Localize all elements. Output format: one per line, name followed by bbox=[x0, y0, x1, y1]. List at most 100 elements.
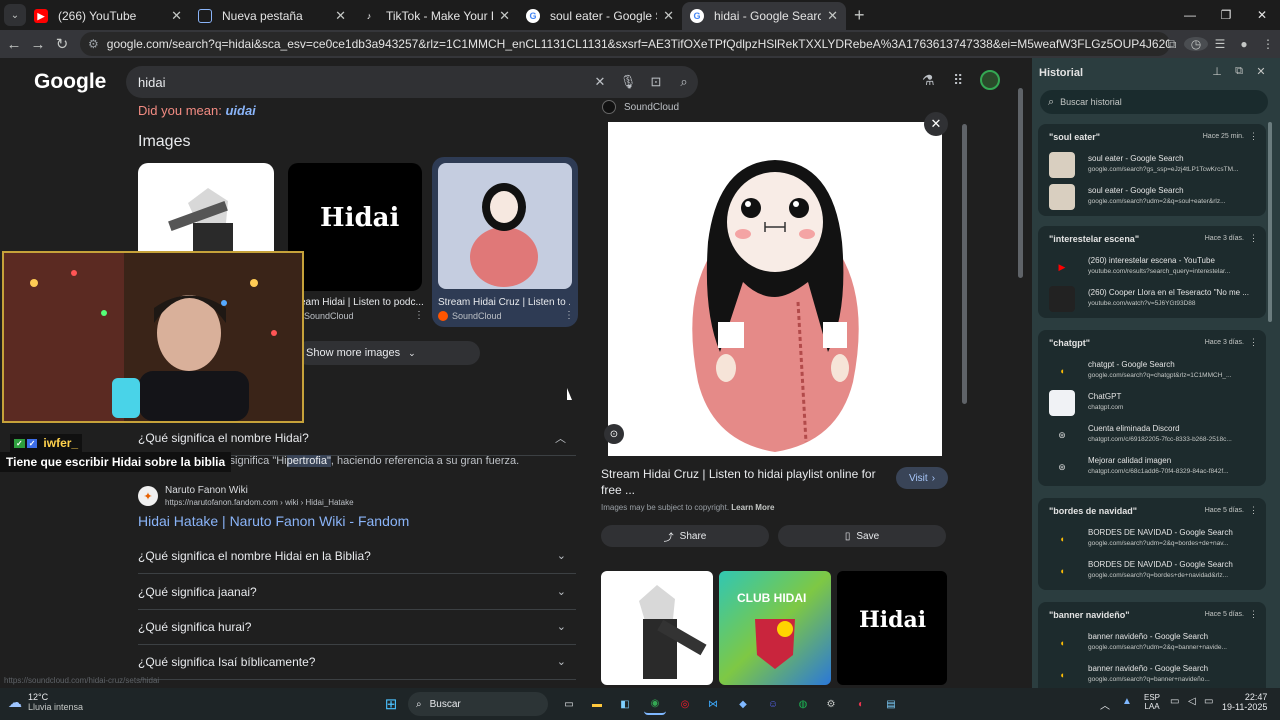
battery-icon[interactable]: ▭ bbox=[1204, 696, 1213, 707]
history-item[interactable]: ◖ banner navideño - Google Search google… bbox=[1049, 628, 1259, 658]
history-scrollbar[interactable] bbox=[1268, 122, 1272, 322]
maximize-icon[interactable]: ❐ bbox=[1208, 0, 1244, 30]
related-image-2[interactable]: CLUB HIDAI bbox=[719, 571, 831, 685]
apps-icon[interactable]: ⠿ bbox=[953, 72, 963, 89]
history-item[interactable]: ⊛ Mejorar calidad imagen chatgpt.com/c/6… bbox=[1049, 452, 1259, 482]
search-icon[interactable]: ⌕ bbox=[670, 74, 698, 90]
tab-youtube[interactable]: ▶ (266) YouTube ✕ bbox=[26, 2, 190, 30]
labs-icon[interactable]: ⚗ bbox=[922, 72, 935, 89]
profile-avatar[interactable]: ● bbox=[1232, 37, 1256, 51]
mic-icon[interactable]: 🎙 bbox=[614, 74, 642, 90]
extensions-icon[interactable]: ⧉ bbox=[1160, 37, 1184, 52]
more-options-icon[interactable]: ⋮ bbox=[1249, 131, 1258, 142]
related-image-1[interactable] bbox=[601, 571, 713, 685]
vscode-icon[interactable]: ⋈ bbox=[702, 693, 724, 715]
image-result-2[interactable]: Hidai bbox=[288, 163, 422, 291]
history-item[interactable]: ◖ chatgpt - Google Search google.com/sea… bbox=[1049, 356, 1259, 386]
search-input[interactable]: hidai bbox=[138, 75, 586, 90]
page-scrollbar[interactable] bbox=[1018, 88, 1023, 278]
search-box[interactable]: hidai ✕ 🎙 ⊡ ⌕ bbox=[126, 66, 698, 98]
close-viewer-button[interactable]: ✕ bbox=[924, 112, 948, 136]
wiki-title-link[interactable]: Hidai Hatake | Naruto Fanon Wiki - Fando… bbox=[138, 513, 409, 529]
history-item[interactable]: ◖ BORDES DE NAVIDAD - Google Search goog… bbox=[1049, 524, 1259, 554]
group-query[interactable]: "banner navideño" bbox=[1049, 610, 1130, 620]
group-query[interactable]: "interestelar escena" bbox=[1049, 234, 1139, 244]
close-icon[interactable]: ✕ bbox=[335, 8, 346, 24]
share-button[interactable]: ⤴ Share bbox=[601, 525, 769, 547]
discord-icon[interactable]: ☺ bbox=[762, 693, 784, 715]
new-tab-button[interactable]: + bbox=[854, 5, 865, 26]
tab-new[interactable]: Nueva pestaña ✕ bbox=[190, 2, 354, 30]
tab-soul-eater[interactable]: G soul eater - Google Search ✕ bbox=[518, 2, 682, 30]
history-item[interactable]: ChatGPT chatgpt.com bbox=[1049, 388, 1259, 418]
close-icon[interactable]: ✕ bbox=[499, 8, 510, 24]
group-query[interactable]: "chatgpt" bbox=[1049, 338, 1090, 348]
tab-tiktok[interactable]: ♪ TikTok - Make Your Day ✕ bbox=[354, 2, 518, 30]
reading-list-icon[interactable]: ☰ bbox=[1208, 37, 1232, 51]
task-view-icon[interactable]: ▭ bbox=[558, 693, 580, 715]
forward-icon[interactable]: → bbox=[26, 36, 50, 53]
history-item[interactable]: soul eater - Google Search google.com/se… bbox=[1049, 150, 1259, 180]
group-query[interactable]: "bordes de navidad" bbox=[1049, 506, 1137, 516]
viewer-image[interactable] bbox=[608, 122, 942, 456]
learn-more-link[interactable]: Learn More bbox=[731, 503, 774, 512]
faq-item[interactable]: ¿Qué significa Isaí bíblicamente? ⌄ bbox=[138, 644, 576, 680]
pin-icon[interactable]: ⊥ bbox=[1206, 65, 1228, 78]
history-item[interactable]: ▶ (260) interestelar escena - YouTube yo… bbox=[1049, 252, 1259, 282]
account-avatar[interactable] bbox=[980, 70, 1000, 90]
history-item[interactable]: soul eater - Google Search google.com/se… bbox=[1049, 182, 1259, 212]
language-indicator[interactable]: ESP LAA bbox=[1144, 693, 1160, 711]
tab-hidai[interactable]: G hidai - Google Search ✕ bbox=[682, 2, 846, 30]
chrome-icon[interactable]: ◉ bbox=[644, 693, 666, 715]
clock[interactable]: 22:47 19-11-2025 bbox=[1222, 692, 1267, 712]
related-image-3[interactable]: Hidai bbox=[837, 571, 947, 685]
app-icon[interactable]: ◆ bbox=[732, 693, 754, 715]
tray-chevron-icon[interactable]: ︿ bbox=[1100, 697, 1110, 712]
close-icon[interactable]: ✕ bbox=[171, 8, 182, 24]
menu-icon[interactable]: ⋮ bbox=[1256, 37, 1280, 51]
store-icon[interactable]: ◧ bbox=[614, 693, 636, 715]
opera-icon[interactable]: ◎ bbox=[674, 693, 696, 715]
history-item[interactable]: ⊛ Cuenta eliminada Discord chatgpt.com/c… bbox=[1049, 420, 1259, 450]
windows-start-icon[interactable]: ⊞ bbox=[380, 693, 402, 715]
lens-icon[interactable]: ⊙ bbox=[604, 424, 624, 444]
faq-item[interactable]: ¿Qué significa jaanai? ⌄ bbox=[138, 574, 576, 610]
back-icon[interactable]: ← bbox=[2, 36, 26, 53]
more-options-icon[interactable]: ⋮ bbox=[414, 310, 424, 321]
weather-widget[interactable]: ☁ 12°C Lluvia intensa bbox=[8, 692, 83, 712]
history-search-input[interactable]: ⌕ Buscar historial bbox=[1040, 90, 1268, 114]
history-item[interactable]: ◖ banner navideño - Google Search google… bbox=[1049, 660, 1259, 690]
address-bar[interactable]: ⚙ google.com/search?q=hidai&sca_esv=ce0c… bbox=[80, 32, 1170, 56]
viewer-scrollbar[interactable] bbox=[962, 124, 967, 404]
file-explorer-icon[interactable]: ▬ bbox=[586, 693, 608, 715]
site-info-icon[interactable]: ⚙ bbox=[88, 37, 99, 51]
visit-button[interactable]: Visit › bbox=[896, 467, 948, 489]
faq-item[interactable]: ¿Qué significa el nombre Hidai en la Bib… bbox=[138, 538, 576, 574]
tab-search-icon[interactable]: ⌄ bbox=[4, 4, 26, 26]
more-options-icon[interactable]: ⋮ bbox=[1249, 609, 1258, 620]
suggestion-link[interactable]: uidai bbox=[225, 103, 255, 118]
tray-icon[interactable]: ▲ bbox=[1122, 696, 1132, 707]
history-item[interactable]: (260) Cooper Llora en el Teseracto "No m… bbox=[1049, 284, 1259, 314]
spotify-icon[interactable]: ◍ bbox=[792, 693, 814, 715]
faq-item[interactable]: ¿Qué significa hurai? ⌄ bbox=[138, 609, 576, 645]
reload-icon[interactable]: ↻ bbox=[50, 35, 74, 53]
more-options-icon[interactable]: ⋮ bbox=[1249, 337, 1258, 348]
taskbar-search[interactable]: ⌕ Buscar bbox=[408, 692, 548, 716]
show-more-images-button[interactable]: Show more images ⌄ bbox=[296, 341, 480, 365]
lens-icon[interactable]: ⊡ bbox=[642, 74, 670, 90]
close-icon[interactable]: ✕ bbox=[827, 8, 838, 24]
more-options-icon[interactable]: ⋮ bbox=[564, 310, 574, 321]
minimize-icon[interactable]: — bbox=[1172, 0, 1208, 30]
app-red-icon[interactable]: ◐ bbox=[850, 693, 872, 715]
history-icon[interactable]: ◷ bbox=[1184, 37, 1208, 51]
image-caption-3[interactable]: Stream Hidai Cruz | Listen to ... bbox=[438, 297, 570, 308]
faq-expanded[interactable]: ¿Qué significa el nombre Hidai? ︿ bbox=[138, 420, 576, 456]
steam-icon[interactable]: ⚙ bbox=[820, 693, 842, 715]
open-tab-icon[interactable]: ⧉ bbox=[1228, 65, 1250, 78]
close-icon[interactable]: ✕ bbox=[1250, 65, 1272, 78]
save-button[interactable]: ▯ Save bbox=[778, 525, 946, 547]
viewer-title[interactable]: Stream Hidai Cruz | Listen to hidai play… bbox=[601, 466, 881, 498]
close-window-icon[interactable]: ✕ bbox=[1244, 0, 1280, 30]
history-item[interactable]: ◖ BORDES DE NAVIDAD - Google Search goog… bbox=[1049, 556, 1259, 586]
